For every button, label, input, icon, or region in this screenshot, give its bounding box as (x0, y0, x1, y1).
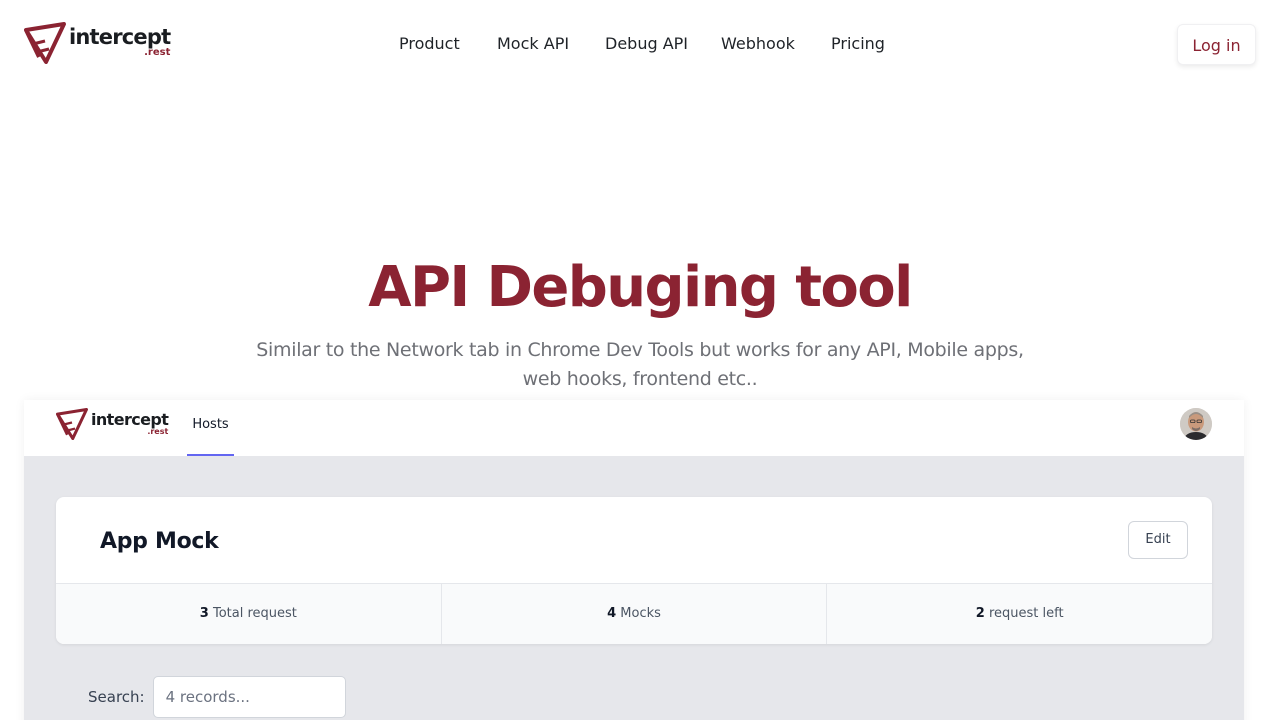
user-avatar[interactable] (1180, 408, 1212, 440)
stat-mocks-value: 4 (607, 606, 617, 621)
nav-links: Product Mock API Debug API Webhook Prici… (0, 33, 1280, 57)
search-input[interactable] (152, 676, 346, 718)
top-navigation: intercept .rest Product Mock API Debug A… (0, 0, 1280, 88)
app-preview: intercept .rest Hosts App Mock Edit 3 To… (24, 400, 1244, 720)
stats-bar: 3 Total request 4 Mocks 2 request left (56, 583, 1212, 644)
user-avatar-icon (1180, 408, 1212, 440)
host-title: App Mock (100, 529, 219, 554)
stat-mocks: 4 Mocks (440, 584, 827, 644)
app-brand-wordmark: intercept .rest (91, 408, 169, 440)
search-row: Search: (88, 676, 346, 718)
nav-link-mock-api[interactable]: Mock API (497, 33, 569, 55)
stat-total-request: 3 Total request (56, 584, 441, 644)
stat-request-left: 2 request left (826, 584, 1212, 644)
stat-total-request-label: Total request (212, 606, 297, 621)
nav-link-product[interactable]: Product (399, 33, 460, 55)
stat-total-request-value: 3 (199, 606, 209, 621)
hero-subtitle: Similar to the Network tab in Chrome Dev… (256, 339, 1024, 390)
login-button[interactable]: Log in (1177, 24, 1256, 65)
tab-hosts[interactable]: Hosts (187, 400, 234, 456)
stat-mocks-label: Mocks (620, 606, 661, 621)
edit-button[interactable]: Edit (1128, 521, 1188, 559)
app-brand-tld: .rest (147, 427, 169, 436)
nav-link-debug-api[interactable]: Debug API (605, 33, 688, 55)
stat-request-left-label: request left (988, 606, 1064, 621)
nav-link-webhook[interactable]: Webhook (721, 33, 795, 55)
host-card: App Mock Edit 3 Total request 4 Mocks 2 … (56, 497, 1212, 644)
hero-title: API Debuging tool (368, 255, 913, 320)
stat-request-left-value: 2 (975, 606, 985, 621)
nav-link-pricing[interactable]: Pricing (831, 33, 885, 55)
app-brand-logo[interactable]: intercept .rest (56, 408, 169, 440)
paper-plane-logo-icon (56, 408, 88, 440)
app-header: intercept .rest Hosts (24, 400, 1244, 456)
search-label: Search: (88, 688, 145, 706)
